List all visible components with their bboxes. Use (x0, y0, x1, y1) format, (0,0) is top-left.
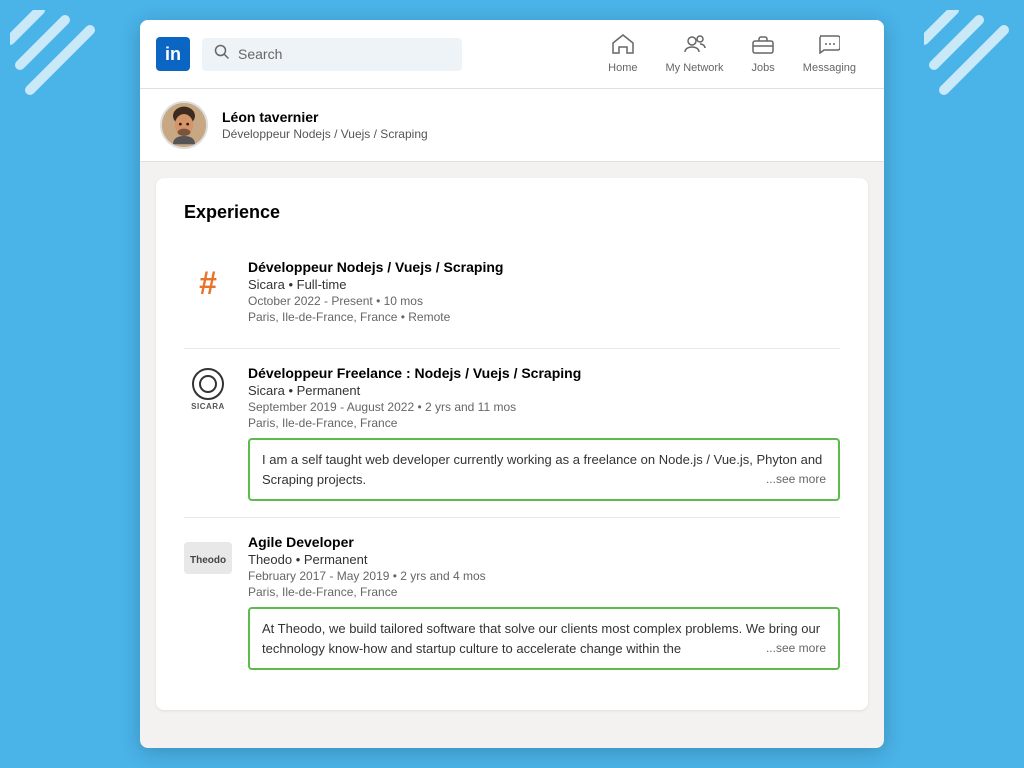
exp-location-2: Paris, Ile-de-France, France (248, 416, 840, 430)
decorative-stripe-tl (10, 10, 100, 100)
exp-company-1: Sicara • Full-time (248, 277, 840, 292)
search-bar[interactable]: Search (202, 38, 462, 71)
nav-network-label: My Network (665, 62, 723, 74)
exp-title-1: Développeur Nodejs / Vuejs / Scraping (248, 259, 840, 275)
svg-text:Theodo: Theodo (190, 555, 226, 566)
exp-location-1: Paris, Ile-de-France, France • Remote (248, 310, 840, 324)
exp-title-3: Agile Developer (248, 534, 840, 550)
experience-item-3: Theodo Agile Developer Theodo • Permanen… (184, 518, 840, 686)
experience-item-1: # Développeur Nodejs / Vuejs / Scraping … (184, 243, 840, 349)
company-logo-hash: # (184, 259, 232, 307)
messaging-icon (818, 34, 840, 60)
exp-title-2: Développeur Freelance : Nodejs / Vuejs /… (248, 365, 840, 381)
nav-jobs-label: Jobs (752, 62, 775, 74)
profile-strip: Léon tavernier Développeur Nodejs / Vuej… (140, 89, 884, 162)
sicara-text: SICARA (191, 402, 225, 411)
nav-home[interactable]: Home (596, 30, 649, 78)
linkedin-header: in Search Home (140, 20, 884, 89)
experience-item-2: SICARA Développeur Freelance : Nodejs / … (184, 349, 840, 518)
network-icon (684, 34, 706, 60)
search-icon (214, 44, 230, 65)
company-logo-theodo: Theodo (184, 534, 232, 582)
nav-jobs[interactable]: Jobs (740, 30, 787, 78)
exp-details-2: Développeur Freelance : Nodejs / Vuejs /… (248, 365, 840, 501)
company-logo-sicara: SICARA (184, 365, 232, 413)
exp-dates-3: February 2017 - May 2019 • 2 yrs and 4 m… (248, 569, 840, 583)
main-card: in Search Home (140, 20, 884, 748)
exp-dates-2: September 2019 - August 2022 • 2 yrs and… (248, 400, 840, 414)
nav-bar: Home My Network (596, 30, 868, 78)
profile-title: Développeur Nodejs / Vuejs / Scraping (222, 127, 428, 141)
profile-info: Léon tavernier Développeur Nodejs / Vuej… (222, 109, 428, 141)
nav-messaging-label: Messaging (803, 62, 856, 74)
exp-description-3: At Theodo, we build tailored software th… (248, 607, 840, 670)
exp-company-2: Sicara • Permanent (248, 383, 840, 398)
linkedin-logo: in (156, 37, 190, 71)
exp-details-3: Agile Developer Theodo • Permanent Febru… (248, 534, 840, 670)
content-area[interactable]: Experience # Développeur Nodejs / Vuejs … (140, 162, 884, 748)
avatar (160, 101, 208, 149)
experience-card: Experience # Développeur Nodejs / Vuejs … (156, 178, 868, 710)
theodo-logo-text: Theodo (184, 542, 232, 574)
nav-network[interactable]: My Network (653, 30, 735, 78)
profile-name: Léon tavernier (222, 109, 428, 125)
nav-messaging[interactable]: Messaging (791, 30, 868, 78)
see-more-2[interactable]: ...see more (766, 470, 826, 488)
exp-details-1: Développeur Nodejs / Vuejs / Scraping Si… (248, 259, 840, 332)
exp-dates-1: October 2022 - Present • 10 mos (248, 294, 840, 308)
exp-location-3: Paris, Ile-de-France, France (248, 585, 840, 599)
jobs-icon (752, 34, 774, 60)
see-more-3[interactable]: ...see more (766, 639, 826, 657)
nav-home-label: Home (608, 62, 637, 74)
exp-description-2: I am a self taught web developer current… (248, 438, 840, 501)
decorative-stripe-tr (924, 10, 1014, 100)
exp-company-3: Theodo • Permanent (248, 552, 840, 567)
home-icon (612, 34, 634, 60)
section-title: Experience (184, 202, 840, 223)
search-placeholder-text: Search (238, 46, 282, 62)
